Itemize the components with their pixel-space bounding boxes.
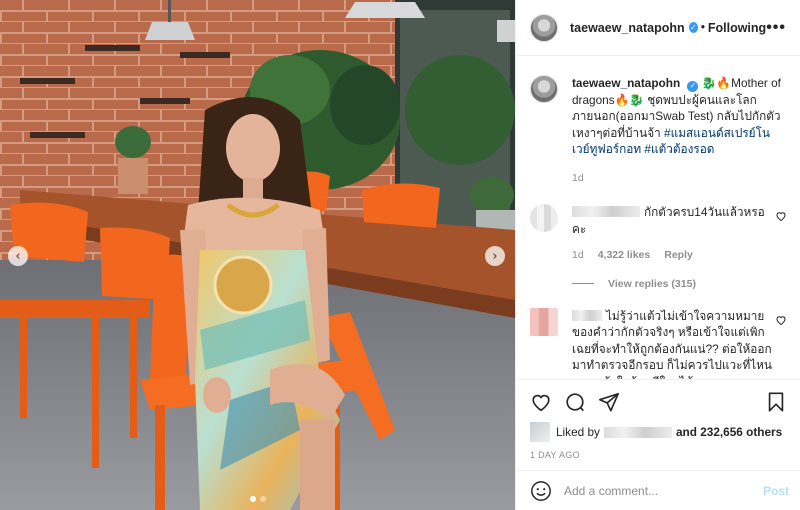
more-options-icon[interactable]: ••• <box>766 19 786 37</box>
photo-scene <box>0 0 515 510</box>
caption-timestamp: 1d <box>572 171 584 184</box>
caption-body: taewaew_natapohn ✓ 🐉🔥Mother of dragons🔥🐉… <box>572 75 787 186</box>
view-replies-label: View replies (315) <box>608 277 696 290</box>
comment-likes-count[interactable]: 4,322 likes <box>598 247 651 264</box>
comment-like-heart-icon[interactable] <box>775 210 787 222</box>
caption-username[interactable]: taewaew_natapohn <box>572 76 680 90</box>
author-avatar[interactable] <box>530 13 558 42</box>
post-caption: taewaew_natapohn ✓ 🐉🔥Mother of dragons🔥🐉… <box>530 57 787 186</box>
verified-badge-icon: ✓ <box>687 80 699 92</box>
comment-body: ไม่รู้ว่าแต้วไม่เข้าใจความหมายของคำว่ากั… <box>572 308 777 379</box>
commenter-avatar-blurred[interactable] <box>530 307 558 336</box>
likes-summary[interactable]: Liked by and 232,656 others <box>530 422 787 442</box>
reply-button[interactable]: Reply <box>664 247 693 264</box>
post-header: taewaew_natapohn ✓ • Following ••• <box>516 0 800 56</box>
view-replies-button[interactable]: View replies (315) <box>572 278 787 290</box>
action-bar <box>530 388 787 416</box>
verified-badge-icon: ✓ <box>688 22 698 33</box>
chevron-right-icon: › <box>492 248 498 264</box>
comment-meta: 1d 4,322 likes Reply <box>572 247 777 264</box>
carousel-dot <box>249 496 256 502</box>
comments-list[interactable]: taewaew_natapohn ✓ 🐉🔥Mother of dragons🔥🐉… <box>516 57 800 379</box>
chevron-left-icon: ‹ <box>15 248 21 264</box>
commenter-avatar-blurred[interactable] <box>530 204 558 233</box>
caption-avatar[interactable] <box>530 75 558 103</box>
replies-divider <box>572 283 594 285</box>
post-sidebar: taewaew_natapohn ✓ • Following ••• taewa… <box>515 0 800 510</box>
next-photo-button[interactable]: › <box>485 246 505 266</box>
header-separator: • <box>700 21 705 34</box>
post-timestamp: 1 DAY AGO <box>530 450 580 460</box>
comment-body: กักตัวครบ14วันแล้วหรอคะ 1d 4,322 likes R… <box>572 204 777 264</box>
instagram-post: ‹ › taewaew_natapohn ✓ • Following ••• t… <box>0 0 800 510</box>
post-actions-area: Liked by and 232,656 others 1 DAY AGO <box>516 379 800 460</box>
share-paper-plane-icon[interactable] <box>598 391 620 413</box>
comment-timestamp: 1d <box>572 249 584 262</box>
emoji-smiley-icon[interactable] <box>530 480 552 502</box>
commenter-name-blurred[interactable] <box>572 309 602 321</box>
add-comment-bar: Post <box>516 470 800 510</box>
liker-avatar-blurred <box>530 422 550 442</box>
save-bookmark-icon[interactable] <box>765 391 787 413</box>
author-username[interactable]: taewaew_natapohn <box>570 21 685 35</box>
post-comment-button[interactable]: Post <box>763 484 789 498</box>
post-photo[interactable]: ‹ › <box>0 0 515 510</box>
carousel-dot <box>259 496 266 502</box>
carousel-indicator <box>0 496 515 502</box>
likes-count[interactable]: and 232,656 others <box>676 425 782 439</box>
previous-photo-button[interactable]: ‹ <box>8 246 28 266</box>
like-heart-icon[interactable] <box>530 391 552 413</box>
liked-by-label: Liked by <box>556 425 600 439</box>
comment-item: ไม่รู้ว่าแต้วไม่เข้าใจความหมายของคำว่ากั… <box>530 307 787 379</box>
comment-text: ไม่รู้ว่าแต้วไม่เข้าใจความหมายของคำว่ากั… <box>572 308 772 379</box>
following-button[interactable]: Following <box>708 21 766 35</box>
commenter-name-blurred[interactable] <box>572 206 640 218</box>
comment-bubble-icon[interactable] <box>564 391 586 413</box>
comment-like-heart-icon[interactable] <box>775 314 787 326</box>
add-comment-input[interactable] <box>564 483 754 498</box>
comment-item: กักตัวครบ14วันแล้วหรอคะ 1d 4,322 likes R… <box>530 204 787 264</box>
liker-name-blurred[interactable] <box>603 426 672 438</box>
